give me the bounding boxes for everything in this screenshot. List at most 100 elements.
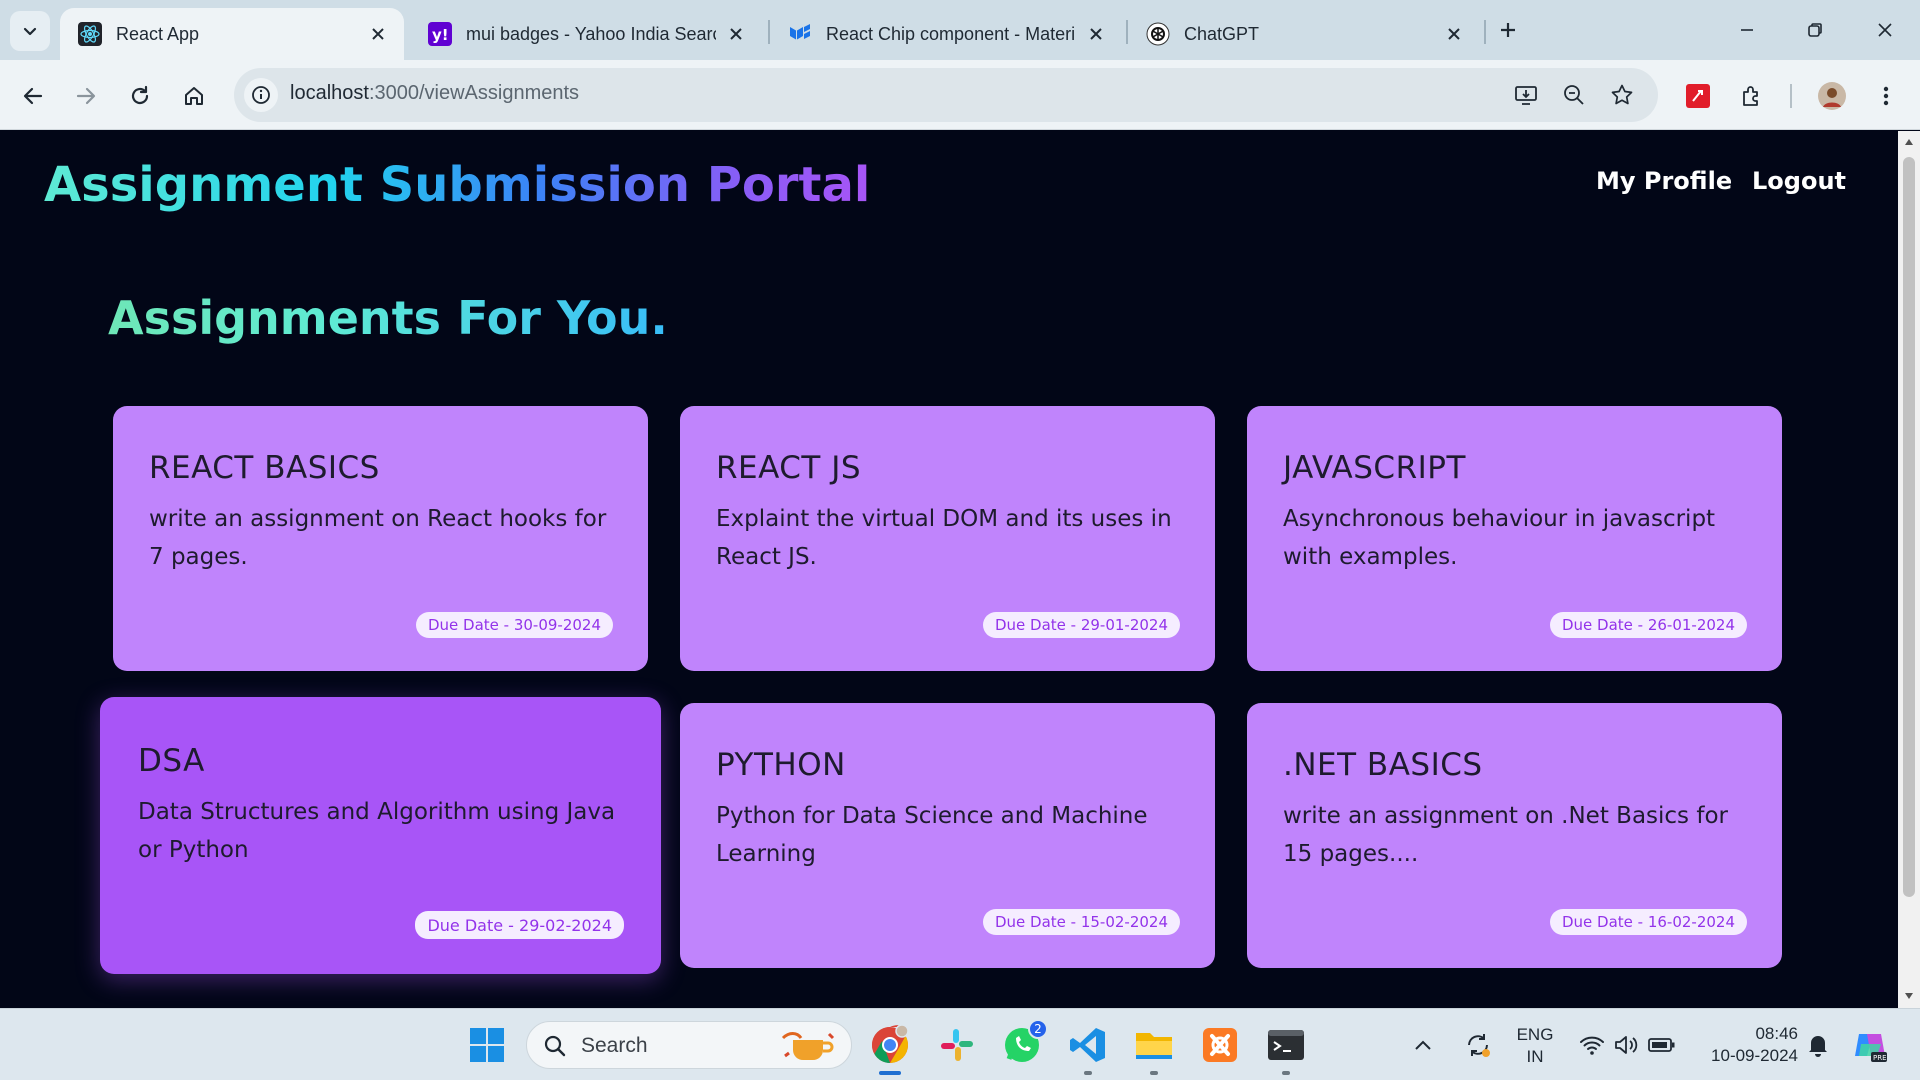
tab-react-app[interactable]: React App [60,8,404,60]
scroll-up-arrow-icon[interactable] [1902,135,1916,149]
tea-cup-icon [781,1032,835,1060]
clock-date: 10-09-2024 [1711,1046,1798,1065]
back-button[interactable] [13,76,53,116]
url-text[interactable]: localhost:3000/viewAssignments [290,82,579,105]
assignment-card[interactable]: REACT JS Explaint the virtual DOM and it… [680,406,1215,671]
assignment-title: JAVASCRIPT [1283,450,1466,486]
arrow-left-icon [23,87,43,105]
folder-icon [1136,1033,1172,1059]
reload-button[interactable] [120,76,160,116]
browser-menu-button[interactable] [1868,78,1904,114]
close-icon[interactable] [366,22,390,46]
vscode-taskbar-button[interactable] [1066,1023,1110,1075]
url-host: localhost [290,82,369,104]
install-app-button[interactable] [1512,81,1540,109]
assignment-title: REACT BASICS [149,450,380,486]
battery-tray-button[interactable] [1642,1023,1682,1067]
tab-chatgpt[interactable]: ChatGPT [1128,8,1480,60]
tab-title: React App [116,23,200,44]
chevron-down-icon [23,27,37,36]
assignment-card[interactable]: REACT BASICS write an assignment on Reac… [113,406,648,671]
scroll-down-arrow-icon[interactable] [1902,989,1916,1003]
extensions-menu-button[interactable] [1734,78,1770,114]
file-explorer-taskbar-button[interactable] [1132,1023,1176,1075]
sync-tray-button[interactable] [1456,1023,1500,1067]
my-profile-link[interactable]: My Profile [1596,167,1732,195]
assignment-description: Explaint the virtual DOM and its uses in… [716,506,1172,570]
puzzle-icon [1743,86,1758,106]
assignment-card[interactable]: .NET BASICS write an assignment on .Net … [1247,703,1782,968]
close-icon[interactable] [1084,22,1108,46]
assignment-description: write an assignment on React hooks for 7… [149,506,607,570]
toolbar-separator [1790,84,1792,108]
restore-icon [1808,23,1822,37]
tab-title: ChatGPT [1184,23,1260,44]
terminal-taskbar-button[interactable] [1264,1023,1308,1075]
forward-button[interactable] [66,76,106,116]
assignment-card[interactable]: JAVASCRIPT Asynchronous behaviour in jav… [1247,406,1782,671]
due-date-chip: Due Date - 15-02-2024 [982,909,1180,935]
assignment-card[interactable]: PYTHON Python for Data Science and Machi… [680,703,1215,968]
terminal-icon [1268,1030,1304,1060]
site-info-button[interactable] [244,78,278,112]
reload-icon [131,85,149,105]
react-icon [78,22,102,46]
close-window-button[interactable] [1862,10,1908,50]
taskbar-search[interactable]: Search [526,1021,852,1069]
start-button[interactable] [465,1023,509,1067]
xampp-taskbar-button[interactable] [1198,1023,1242,1067]
slack-taskbar-button[interactable] [935,1023,979,1067]
red-extension-icon [1686,84,1710,108]
show-hidden-icons-button[interactable] [1408,1023,1438,1067]
zoom-button[interactable] [1560,81,1588,109]
install-icon [1515,86,1537,105]
url-path: :3000/viewAssignments [368,82,580,104]
volume-tray-button[interactable] [1606,1023,1646,1067]
app-brand-title[interactable]: Assignment Submission Portal [44,157,870,213]
language-indicator[interactable]: ENG IN [1510,1024,1560,1068]
assignment-description: Python for Data Science and Machine Lear… [716,803,1148,867]
tab-separator [1484,20,1486,44]
running-indicator [879,1071,901,1075]
tab-strip: React App y! mui badges - Yahoo India Se… [0,0,1920,60]
tab-yahoo-search[interactable]: y! mui badges - Yahoo India Searc [410,8,762,60]
slack-icon [941,1029,973,1061]
tab-search-button[interactable] [10,11,50,51]
wifi-icon [1580,1036,1604,1055]
assignment-description: Asynchronous behaviour in javascript wit… [1283,506,1716,570]
notifications-button[interactable] [1800,1023,1836,1067]
xampp-icon [1203,1028,1237,1062]
zoom-out-icon [1564,85,1584,105]
home-button[interactable] [174,76,214,116]
notification-badge: 2 [1028,1019,1048,1039]
battery-icon [1648,1038,1675,1052]
close-icon[interactable] [1442,22,1466,46]
address-bar[interactable]: localhost:3000/viewAssignments [234,68,1658,122]
profile-button[interactable] [1814,78,1850,114]
whatsapp-taskbar-button[interactable]: 2 [1000,1019,1048,1067]
assignment-card-hovered[interactable]: DSA Data Structures and Algorithm using … [100,697,661,974]
tab-title: React Chip component - Materi [826,23,1076,44]
speaker-icon [1615,1036,1638,1054]
extension-button[interactable] [1680,78,1716,114]
browser-toolbar: localhost:3000/viewAssignments [0,60,1920,130]
clock[interactable]: 08:46 10-09-2024 [1698,1023,1798,1067]
due-date-chip: Due Date - 29-02-2024 [415,911,624,939]
tab-mui-chip[interactable]: React Chip component - Materi [770,8,1122,60]
copilot-button[interactable]: PRE [1848,1023,1892,1067]
chrome-icon [871,1025,909,1063]
logout-link[interactable]: Logout [1752,167,1846,195]
chevron-up-icon [1415,1040,1431,1050]
page-scrollbar[interactable] [1898,131,1920,1008]
new-tab-button[interactable] [1492,14,1524,46]
close-icon[interactable] [724,22,748,46]
info-icon [252,86,270,104]
assignment-title: REACT JS [716,450,862,486]
restore-button[interactable] [1792,10,1838,50]
minimize-button[interactable] [1724,10,1770,50]
language-code: ENG [1516,1025,1554,1044]
assignment-title: .NET BASICS [1283,747,1483,783]
scroll-thumb[interactable] [1903,157,1915,897]
bookmark-button[interactable] [1608,81,1636,109]
chrome-taskbar-button[interactable] [868,1023,912,1075]
